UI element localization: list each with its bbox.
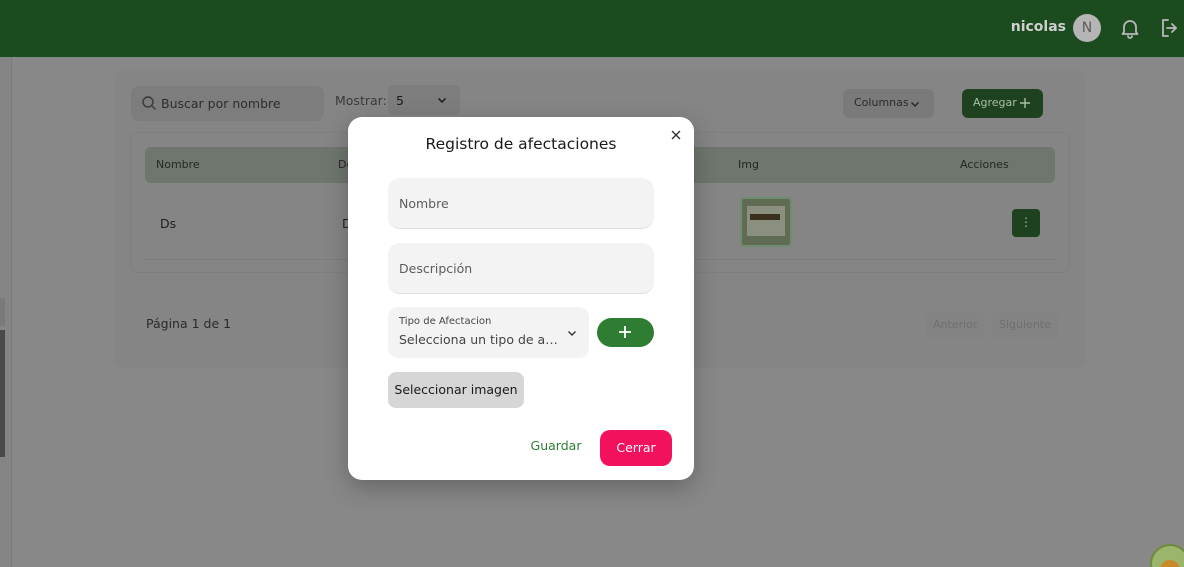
column-header-acciones[interactable]: Acciones — [960, 158, 1009, 171]
show-label: Mostrar: — [335, 93, 387, 108]
select-image-button[interactable]: Seleccionar imagen — [388, 372, 524, 408]
description-input[interactable] — [388, 243, 654, 293]
modal-title: Registro de afectaciones — [425, 135, 617, 153]
top-bar: nicolas N — [0, 0, 1184, 57]
pagination-text: Página 1 de 1 — [146, 316, 232, 331]
description-field[interactable] — [388, 243, 654, 294]
plus-icon — [619, 326, 631, 338]
sidebar-scrollbar[interactable] — [0, 330, 5, 457]
column-header-img[interactable]: Img — [738, 158, 759, 171]
user-name: nicolas — [1010, 19, 1066, 35]
name-field[interactable] — [388, 178, 654, 229]
previous-page-button[interactable]: Anterior — [926, 312, 985, 338]
next-page-button[interactable]: Siguiente — [992, 312, 1058, 338]
assistant-badge[interactable] — [1150, 544, 1184, 567]
close-icon[interactable] — [669, 128, 683, 142]
row-actions-button[interactable]: ⋮ — [1012, 209, 1040, 237]
bell-icon[interactable] — [1118, 16, 1142, 40]
columns-label: Columnas — [854, 96, 909, 109]
page-size-value: 5 — [396, 93, 404, 108]
close-button[interactable]: Cerrar — [600, 430, 672, 466]
save-button[interactable]: Guardar — [526, 438, 586, 453]
column-header-nombre[interactable]: Nombre — [156, 158, 200, 171]
plus-icon — [1020, 98, 1030, 108]
table-cell-nombre: Ds — [160, 216, 177, 231]
affectation-type-select[interactable]: Tipo de Afectacion Selecciona un tipo de… — [388, 307, 589, 358]
row-image-thumbnail[interactable] — [740, 197, 792, 247]
logout-icon[interactable] — [1158, 16, 1182, 40]
add-label: Agregar — [973, 96, 1017, 109]
registration-modal: Registro de afectaciones Tipo de Afectac… — [348, 117, 694, 480]
search-placeholder: Buscar por nombre — [161, 96, 281, 111]
sidebar-handle[interactable] — [0, 298, 5, 326]
chevron-down-icon — [568, 331, 576, 336]
search-icon — [142, 96, 156, 110]
chevron-down-icon — [437, 97, 447, 104]
add-affectation-type-button[interactable] — [597, 318, 654, 347]
affectation-type-label: Tipo de Afectacion — [399, 316, 492, 327]
name-input[interactable] — [388, 178, 654, 228]
avatar[interactable]: N — [1073, 14, 1101, 42]
affectation-type-value: Selecciona un tipo de afectación — [399, 332, 559, 347]
chevron-down-icon — [910, 101, 920, 108]
